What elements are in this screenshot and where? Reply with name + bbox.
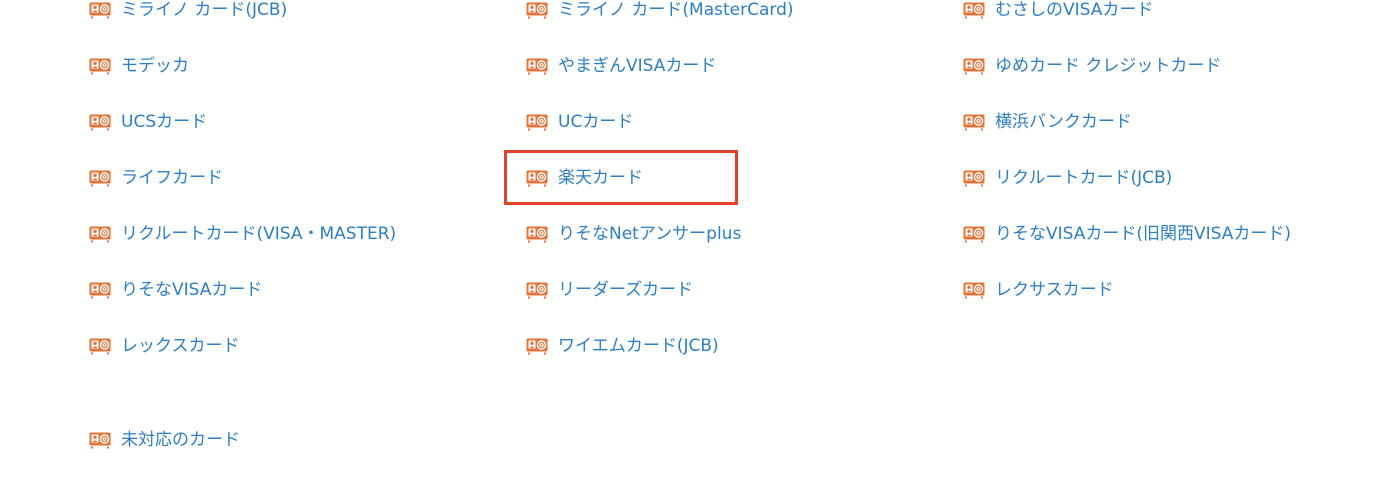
card-link-lexus[interactable]: レクサスカード: [963, 278, 1114, 302]
card-label: ゆめカード クレジットカード: [995, 56, 1222, 76]
card-icon: [89, 282, 111, 299]
card-icon: [89, 114, 111, 131]
card-icon: [526, 338, 548, 355]
card-link-resona-visa[interactable]: りそなVISAカード: [89, 278, 262, 302]
card-link-rakuten[interactable]: 楽天カード: [526, 166, 643, 190]
card-link-musashino-visa[interactable]: むさしのVISAカード: [963, 0, 1153, 22]
card-label: ライフカード: [121, 168, 223, 188]
card-link-lifecard[interactable]: ライフカード: [89, 166, 223, 190]
card-link-mirainocard-mastercard[interactable]: ミライノ カード(MasterCard): [526, 0, 794, 22]
card-label: 横浜バンクカード: [995, 112, 1132, 132]
card-icon: [89, 338, 111, 355]
card-link-uc[interactable]: UCカード: [526, 110, 633, 134]
unsupported-cards-link[interactable]: 未対応のカード: [89, 428, 240, 452]
card-icon: [963, 58, 985, 75]
card-icon: [89, 58, 111, 75]
card-link-ym-jcb[interactable]: ワイエムカード(JCB): [526, 334, 719, 358]
card-icon: [963, 2, 985, 19]
card-link-recruit-visa-master[interactable]: リクルートカード(VISA・MASTER): [89, 222, 396, 246]
card-link-modekka[interactable]: モデッカ: [89, 54, 189, 78]
card-label: リクルートカード(JCB): [995, 168, 1173, 188]
card-icon: [526, 170, 548, 187]
card-label: ミライノ カード(MasterCard): [558, 0, 794, 20]
card-label: レクサスカード: [995, 280, 1114, 300]
card-label: リーダーズカード: [558, 280, 694, 300]
card-link-leaders[interactable]: リーダーズカード: [526, 278, 693, 302]
card-link-yumecard[interactable]: ゆめカード クレジットカード: [963, 54, 1221, 78]
card-label: UCカード: [558, 112, 634, 132]
card-label: 楽天カード: [558, 168, 643, 188]
card-icon: [526, 114, 548, 131]
card-icon: [89, 170, 111, 187]
card-link-rex[interactable]: レックスカード: [89, 334, 240, 358]
card-link-recruit-jcb[interactable]: リクルートカード(JCB): [963, 166, 1172, 190]
card-label: りそなNetアンサーplus: [558, 224, 742, 244]
card-icon: [89, 2, 111, 19]
card-icon: [963, 170, 985, 187]
card-icon: [963, 282, 985, 299]
card-label: やまぎんVISAカード: [558, 56, 717, 76]
card-icon: [526, 226, 548, 243]
unsupported-cards-label: 未対応のカード: [121, 430, 240, 450]
card-label: ミライノ カード(JCB): [121, 0, 288, 20]
card-link-resona-netanswer-plus[interactable]: りそなNetアンサーplus: [526, 222, 741, 246]
card-icon: [526, 282, 548, 299]
card-icon: [89, 432, 111, 449]
card-label: りそなVISAカード: [121, 280, 263, 300]
card-link-yamagin-visa[interactable]: やまぎんVISAカード: [526, 54, 716, 78]
card-icon: [963, 114, 985, 131]
card-link-mirainocard-jcb[interactable]: ミライノ カード(JCB): [89, 0, 287, 22]
card-label: レックスカード: [121, 336, 240, 356]
card-icon: [526, 58, 548, 75]
card-label: UCSカード: [121, 112, 208, 132]
card-label: モデッカ: [121, 56, 189, 76]
card-label: むさしのVISAカード: [995, 0, 1154, 20]
card-label: りそなVISAカード(旧関西VISAカード): [995, 224, 1292, 244]
card-label: ワイエムカード(JCB): [558, 336, 719, 356]
card-link-ucs[interactable]: UCSカード: [89, 110, 207, 134]
card-link-yokohama-bank[interactable]: 横浜バンクカード: [963, 110, 1132, 134]
card-icon: [89, 226, 111, 243]
card-icon: [963, 226, 985, 243]
card-link-resona-visa-kansai[interactable]: りそなVISAカード(旧関西VISAカード): [963, 222, 1291, 246]
card-label: リクルートカード(VISA・MASTER): [121, 224, 397, 244]
card-icon: [526, 2, 548, 19]
